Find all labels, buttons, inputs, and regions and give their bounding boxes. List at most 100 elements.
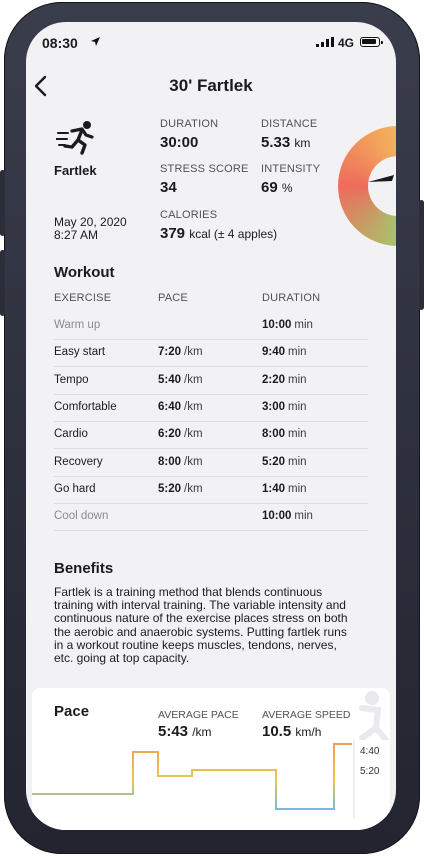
duration-value: 2:20: [262, 373, 286, 386]
exercise-name: Cool down: [54, 510, 109, 523]
duration-value: 30:00: [160, 134, 199, 151]
duration-unit: min: [288, 428, 307, 441]
network-type: 4G: [338, 36, 355, 50]
running-person-icon: [56, 121, 94, 155]
calories-value: 379: [160, 225, 186, 242]
duration-label: DURATION: [160, 118, 219, 130]
workout-date-time: 8:27 AM: [54, 228, 99, 242]
duration-value: 5:20: [262, 455, 286, 468]
duration-unit: min: [288, 400, 307, 413]
screen: 08:30 4G 30' Fartlek Fartlek May 20, 202…: [26, 22, 396, 830]
duration-unit: min: [288, 346, 307, 359]
exercise-name: Warm up: [54, 319, 101, 331]
workout-heading: Workout: [54, 264, 115, 281]
pace-cell: 6:20/km: [158, 428, 203, 440]
duration-cell: 10:00 min: [262, 319, 313, 331]
pace-value: 7:20: [158, 346, 182, 359]
distance-unit: km: [294, 136, 311, 150]
duration-cell: 1:40 min: [262, 483, 307, 495]
table-row: Warm up 10:00 min: [54, 312, 368, 340]
table-row: Cardio 6:20/km 8:00 min: [54, 421, 368, 450]
y-tick-label: 4:40: [360, 746, 380, 757]
pace-cell: [158, 510, 161, 522]
pace-cell: 7:20/km: [158, 346, 203, 358]
duration-unit: min: [294, 510, 313, 523]
intensity-unit: %: [281, 181, 293, 195]
power-button: [419, 200, 424, 310]
exercise-name: Tempo: [54, 373, 89, 386]
table-row: Cool down 10:00 min: [54, 503, 368, 532]
battery-icon: [360, 37, 383, 47]
duration-unit: min: [294, 319, 313, 331]
benefits-text: Fartlek is a training method that blends…: [54, 585, 348, 666]
duration-unit: min: [288, 373, 307, 386]
col-pace-header: PACE: [158, 292, 188, 304]
pace-value: 6:40: [158, 400, 182, 413]
exercise-name: Cardio: [54, 428, 88, 441]
exercise-name: Recovery: [54, 455, 103, 468]
col-duration-header: DURATION: [262, 292, 321, 304]
stress-score-label: STRESS SCORE: [160, 163, 249, 175]
calories-label: CALORIES: [160, 209, 218, 221]
workout-date: May 20, 2020 8:27 AM: [54, 216, 127, 242]
benefits-heading: Benefits: [54, 560, 114, 577]
sport-name: Fartlek: [54, 163, 97, 178]
duration-value: 3:00: [262, 400, 286, 413]
pace-cell: 5:20/km: [158, 483, 203, 495]
pace-unit: /km: [184, 346, 203, 359]
duration-cell: 10:00 min: [262, 510, 313, 522]
duration-value: 10:00: [262, 319, 292, 331]
duration-value: 10:00: [262, 510, 292, 523]
col-exercise-header: EXERCISE: [54, 292, 112, 304]
intensity-stat: 69 %: [261, 179, 293, 196]
calories-stat: 379 kcal (± 4 apples): [160, 225, 277, 242]
duration-cell: 3:00 min: [262, 401, 307, 413]
volume-down-button: [0, 250, 5, 316]
duration-value: 1:40: [262, 482, 286, 495]
pace-value: 6:20: [158, 428, 182, 441]
pace-card[interactable]: Pace AVERAGE PACE 5:43 /km AVERAGE SPEED…: [32, 688, 390, 830]
intensity-value: 69: [261, 179, 278, 196]
y-tick-label: 5:20: [360, 766, 380, 777]
calories-unit: kcal (± 4 apples): [189, 227, 278, 241]
status-time: 08:30: [42, 35, 78, 51]
exercise-name: Go hard: [54, 482, 96, 495]
duration-unit: min: [288, 482, 307, 495]
location-arrow-icon: [91, 37, 100, 46]
volume-up-button: [0, 170, 5, 236]
pace-unit: /km: [184, 373, 203, 386]
page-title: 30' Fartlek: [169, 76, 253, 95]
stress-score-value: 34: [160, 179, 177, 196]
table-row: Recovery 8:00/km 5:20 min: [54, 449, 368, 477]
duration-cell: 5:20 min: [262, 456, 307, 468]
duration-cell: 9:40 min: [262, 346, 307, 358]
cellular-signal-icon: [316, 37, 334, 47]
pace-value: 5:40: [158, 373, 182, 386]
distance-stat: 5.33 km: [261, 134, 310, 151]
pace-cell: 5:40/km: [158, 374, 203, 386]
pace-cell: [158, 319, 161, 331]
intensity-label: INTENSITY: [261, 163, 321, 175]
pace-value: 8:00: [158, 455, 182, 468]
table-row: Tempo 5:40/km 2:20 min: [54, 367, 368, 395]
exercise-name: Easy start: [54, 346, 106, 359]
table-row: Go hard 5:20/km 1:40 min: [54, 476, 368, 504]
duration-cell: 8:00 min: [262, 428, 307, 440]
pace-unit: /km: [184, 400, 203, 413]
pace-line: [32, 743, 352, 810]
pace-unit: /km: [184, 455, 203, 468]
pace-cell: 8:00/km: [158, 456, 203, 468]
gauge-needle-icon: [368, 175, 394, 182]
pace-cell: 6:40/km: [158, 401, 203, 413]
table-row: Comfortable 6:40/km 3:00 min: [54, 394, 368, 422]
duration-unit: min: [288, 455, 307, 468]
exercise-name: Comfortable: [54, 400, 117, 413]
table-row: Easy start 7:20/km 9:40 min: [54, 339, 368, 368]
pace-unit: /km: [184, 428, 203, 441]
duration-cell: 2:20 min: [262, 374, 307, 386]
status-bar: 08:30 4G: [26, 22, 396, 66]
distance-value: 5.33: [261, 134, 291, 151]
pace-chart: [32, 740, 390, 818]
duration-value: 8:00: [262, 428, 286, 441]
distance-label: DISTANCE: [261, 118, 318, 130]
